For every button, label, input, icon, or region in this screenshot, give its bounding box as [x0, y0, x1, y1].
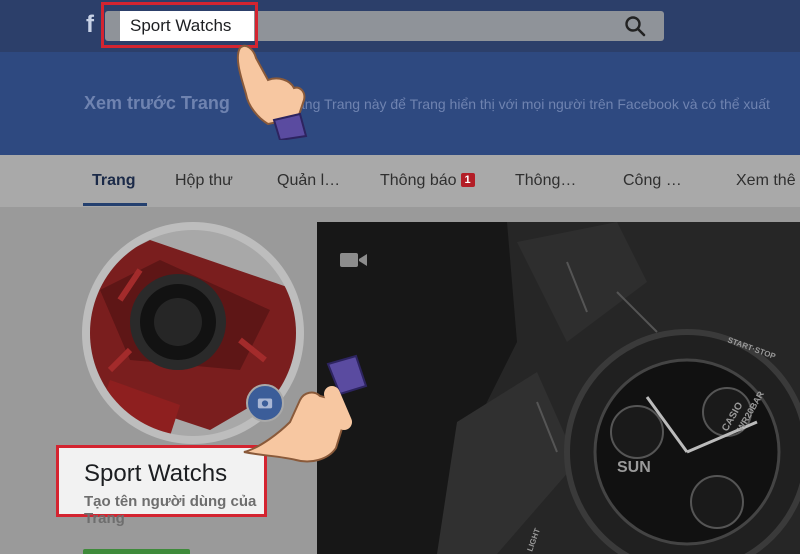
- cover-photo[interactable]: SUN CASIO WR20BAR START·STOP LIGHT: [317, 222, 800, 554]
- tab-publishing[interactable]: Công …: [623, 172, 682, 190]
- preview-title: Xem trước Trang: [84, 93, 230, 113]
- create-username-link[interactable]: Tạo tên người dùng của Trang: [84, 493, 294, 527]
- action-button[interactable]: [83, 549, 190, 554]
- video-icon[interactable]: [340, 250, 368, 270]
- tab-notifications-label: Thông báo: [380, 172, 457, 189]
- search-icon[interactable]: [624, 15, 646, 37]
- page-name: Sport Watchs: [84, 460, 228, 487]
- tab-manage[interactable]: Quản l…: [277, 172, 340, 190]
- notification-count-badge: 1: [460, 173, 475, 187]
- tab-more[interactable]: Xem thê: [736, 172, 796, 190]
- tab-inbox[interactable]: Hộp thư: [175, 172, 233, 190]
- active-tab-indicator: [83, 203, 147, 206]
- pointing-hand-icon: [243, 354, 368, 463]
- tab-page[interactable]: Trang: [92, 172, 136, 190]
- watch-text-sun: SUN: [617, 459, 651, 476]
- preview-description: ăng Trang này để Trang hiển thị với mọi …: [297, 96, 770, 112]
- tab-info[interactable]: Thông…: [515, 172, 576, 190]
- tab-notifications[interactable]: Thông báo 1: [380, 172, 475, 190]
- pointing-hand-icon: [236, 44, 308, 140]
